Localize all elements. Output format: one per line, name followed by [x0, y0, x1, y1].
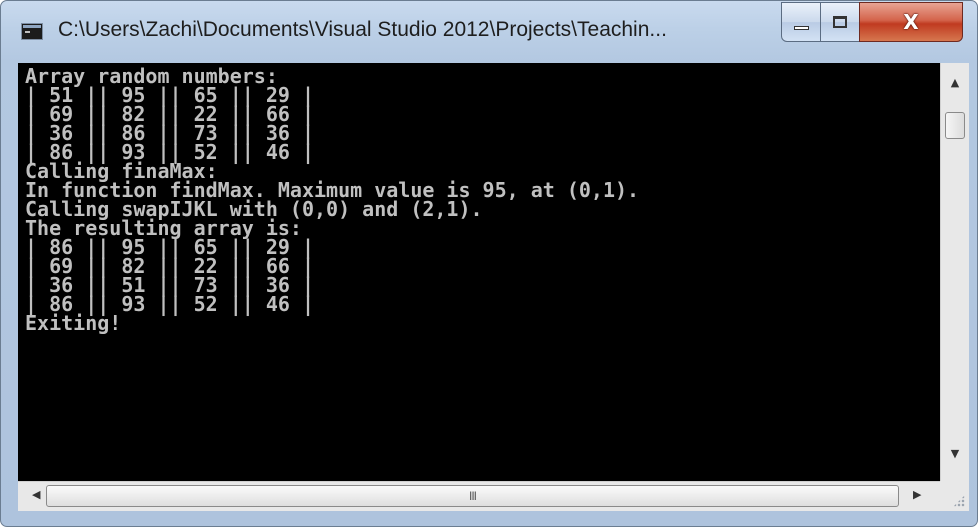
scroll-left-arrow-icon[interactable]: ◀ [32, 488, 40, 501]
scroll-down-arrow-icon[interactable]: ▼ [941, 447, 969, 460]
vertical-scrollbar[interactable]: ▲ ▼ [940, 63, 969, 481]
console-output: Array random numbers: | 51 || 95 || 65 |… [18, 63, 940, 333]
resize-grip[interactable] [940, 481, 969, 511]
scroll-right-arrow-icon[interactable]: ▶ [913, 488, 921, 501]
title-bar[interactable]: C:\Users\Zachi\Documents\Visual Studio 2… [1, 1, 977, 59]
window-controls: X [781, 2, 969, 44]
minimize-button[interactable] [781, 2, 821, 42]
minimize-icon [793, 26, 809, 30]
resize-grip-icon [953, 495, 965, 507]
window-title: C:\Users\Zachi\Documents\Visual Studio 2… [58, 18, 667, 41]
console-output-area[interactable]: Array random numbers: | 51 || 95 || 65 |… [18, 63, 940, 481]
thumb-grip-icon: III [468, 489, 477, 503]
maximize-icon [833, 16, 847, 28]
horizontal-scroll-thumb[interactable]: III [46, 485, 899, 507]
maximize-button[interactable] [820, 2, 860, 42]
console-line: Exiting! [25, 311, 122, 335]
close-icon: X [903, 10, 919, 34]
close-button[interactable]: X [859, 2, 963, 42]
console-app-icon[interactable] [21, 23, 43, 40]
vertical-scroll-thumb[interactable] [945, 112, 965, 139]
console-window: C:\Users\Zachi\Documents\Visual Studio 2… [0, 0, 978, 527]
horizontal-scrollbar[interactable]: ◀ III ▶ [18, 481, 940, 511]
scroll-up-arrow-icon[interactable]: ▲ [941, 76, 969, 89]
